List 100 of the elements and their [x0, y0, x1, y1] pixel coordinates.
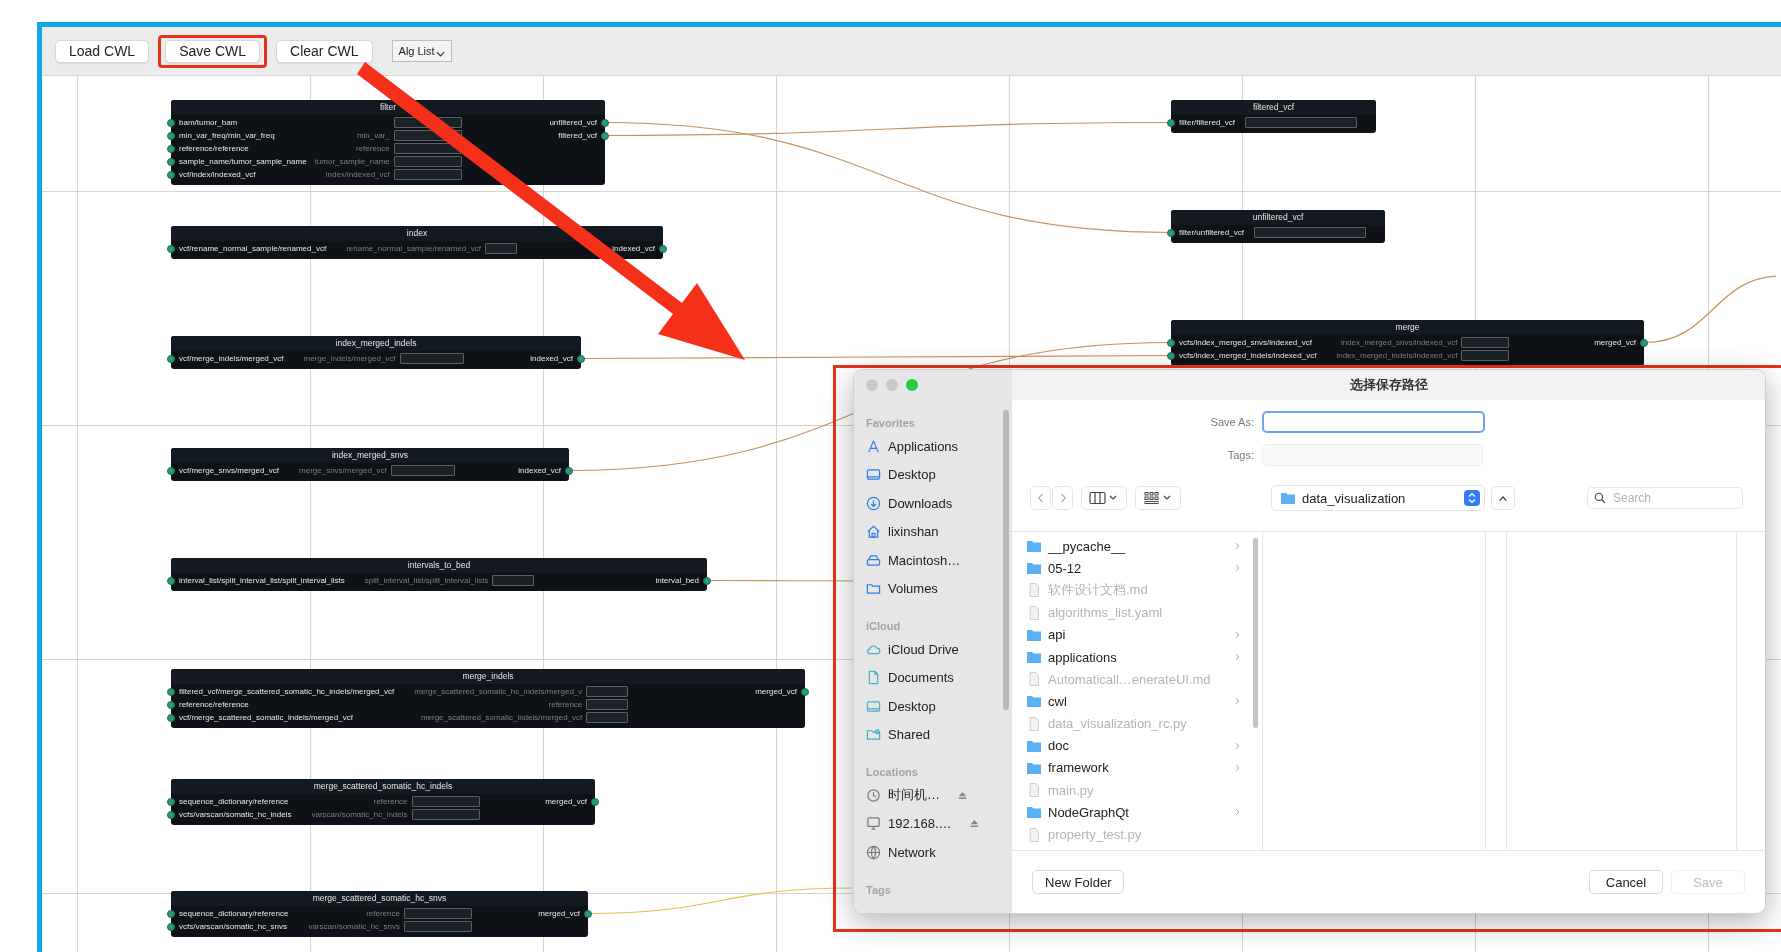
algorithm-dropdown[interactable]: Alg List: [391, 40, 452, 62]
port-dot[interactable]: [167, 810, 175, 819]
property-field[interactable]: [399, 353, 464, 364]
port-dot[interactable]: [601, 131, 609, 140]
group-mode-button[interactable]: [1135, 486, 1181, 510]
view-mode-button[interactable]: [1081, 486, 1127, 510]
port-dot[interactable]: [167, 700, 175, 709]
sidebar-item[interactable]: Shared: [866, 720, 1012, 749]
property-field[interactable]: [1461, 337, 1510, 348]
chevron-left-icon: [1036, 492, 1045, 504]
sidebar-item[interactable]: 192.168.…: [866, 809, 1012, 838]
chevron-right-icon: [1058, 492, 1067, 504]
sidebar-item[interactable]: Downloads: [866, 489, 1012, 518]
port-label: filtered_vcf: [558, 130, 597, 142]
port-dot[interactable]: [565, 466, 573, 475]
toolbar-button[interactable]: Clear CWL: [276, 39, 373, 63]
eject-icon[interactable]: [957, 789, 968, 801]
sidebar-item[interactable]: Network: [866, 838, 1012, 867]
port-dot[interactable]: [167, 576, 175, 585]
port-dot[interactable]: [1167, 228, 1175, 237]
port-dot[interactable]: [1640, 338, 1648, 347]
port-dot[interactable]: [1167, 351, 1175, 360]
port-dot[interactable]: [167, 157, 175, 166]
property-field[interactable]: [586, 712, 629, 723]
sidebar-item[interactable]: lixinshan: [866, 517, 1012, 546]
port-dot[interactable]: [167, 909, 175, 918]
property-field[interactable]: [393, 169, 462, 180]
node-title: index_merged_snvs: [171, 448, 569, 463]
sidebar-item[interactable]: Documents: [866, 663, 1012, 692]
chevron-right-icon: [1235, 697, 1240, 706]
port-dot[interactable]: [167, 687, 175, 696]
property-label: reference: [373, 797, 408, 806]
port-dot[interactable]: [167, 118, 175, 127]
port-dot[interactable]: [1167, 118, 1175, 127]
sidebar-item[interactable]: Macintosh…: [866, 546, 1012, 575]
port-dot[interactable]: [167, 797, 175, 806]
file-item[interactable]: NodeGraphQt: [1012, 801, 1250, 824]
property-field[interactable]: [411, 809, 480, 820]
sidebar-item[interactable]: 时间机…: [866, 781, 1012, 810]
file-item[interactable]: api: [1012, 623, 1250, 646]
port-dot[interactable]: [601, 118, 609, 127]
sidebar-item[interactable]: Volumes: [866, 574, 1012, 603]
dialog-button[interactable]: Cancel: [1589, 870, 1663, 894]
file-icon: [1026, 582, 1042, 599]
port-dot[interactable]: [167, 144, 175, 153]
port-dot[interactable]: [167, 131, 175, 140]
port-label: sequence_dictionary/reference: [179, 796, 289, 808]
scrollbar-thumb[interactable]: [1003, 410, 1009, 710]
property-field[interactable]: [492, 575, 535, 586]
port-dot[interactable]: [167, 354, 175, 363]
dialog-button[interactable]: New Folder: [1032, 870, 1125, 894]
port-dot[interactable]: [703, 576, 711, 585]
property-field[interactable]: [404, 908, 472, 919]
port-dot[interactable]: [167, 244, 175, 253]
eject-icon[interactable]: [968, 818, 980, 830]
property-label: varscan/somatic_hc_snvs: [308, 922, 400, 931]
port-dot[interactable]: [167, 922, 175, 931]
port-label: sequence_dictionary/reference: [179, 908, 289, 920]
search-field[interactable]: Search: [1587, 487, 1743, 509]
property-field[interactable]: [411, 796, 480, 807]
port-dot[interactable]: [1167, 338, 1175, 347]
property-field[interactable]: [586, 699, 629, 710]
property-field[interactable]: [1245, 117, 1358, 128]
file-item[interactable]: framework: [1012, 756, 1250, 780]
folder-icon: [1026, 538, 1042, 555]
scrollbar-thumb[interactable]: [1253, 538, 1258, 728]
port-dot[interactable]: [167, 170, 175, 179]
port-dot[interactable]: [591, 797, 599, 806]
property-field[interactable]: [404, 921, 472, 932]
chevron-right-icon: [1235, 542, 1240, 551]
computer-icon: [866, 816, 881, 832]
port-dot[interactable]: [167, 713, 175, 722]
port-label: merged_vcf: [1594, 337, 1636, 349]
property-field[interactable]: [393, 156, 462, 167]
sidebar-item[interactable]: iCloud Drive: [866, 635, 1012, 664]
file-item[interactable]: 05-12: [1012, 557, 1250, 580]
port-dot[interactable]: [584, 909, 592, 918]
file-item[interactable]: doc: [1012, 734, 1250, 757]
port-dot[interactable]: [659, 244, 667, 253]
sidebar-item[interactable]: Desktop: [866, 692, 1012, 721]
port-label: vcf/merge_scattered_somatic_indels/merged_vcf: [179, 712, 353, 724]
property-field[interactable]: [586, 686, 629, 697]
port-dot[interactable]: [577, 354, 585, 363]
property-field[interactable]: [1461, 350, 1510, 361]
sidebar-item[interactable]: Applications: [866, 432, 1012, 461]
file-item[interactable]: cwl: [1012, 690, 1250, 713]
file-item[interactable]: __pycache__: [1012, 535, 1250, 558]
property-field[interactable]: [1253, 227, 1366, 238]
property-field[interactable]: [390, 465, 455, 476]
sidebar-heading: iCloud: [866, 619, 902, 634]
toolbar-button[interactable]: Save CWL: [165, 39, 261, 63]
save-as-field[interactable]: [1262, 411, 1485, 433]
search-icon: [1594, 492, 1606, 504]
port-dot[interactable]: [801, 687, 809, 696]
port-dot[interactable]: [167, 466, 175, 475]
sidebar-item[interactable]: Desktop: [866, 460, 1012, 489]
location-popup[interactable]: data_visualization: [1271, 485, 1485, 511]
property-field[interactable]: [484, 243, 517, 254]
toolbar-button[interactable]: Load CWL: [55, 39, 150, 63]
file-item[interactable]: applications: [1012, 645, 1250, 669]
